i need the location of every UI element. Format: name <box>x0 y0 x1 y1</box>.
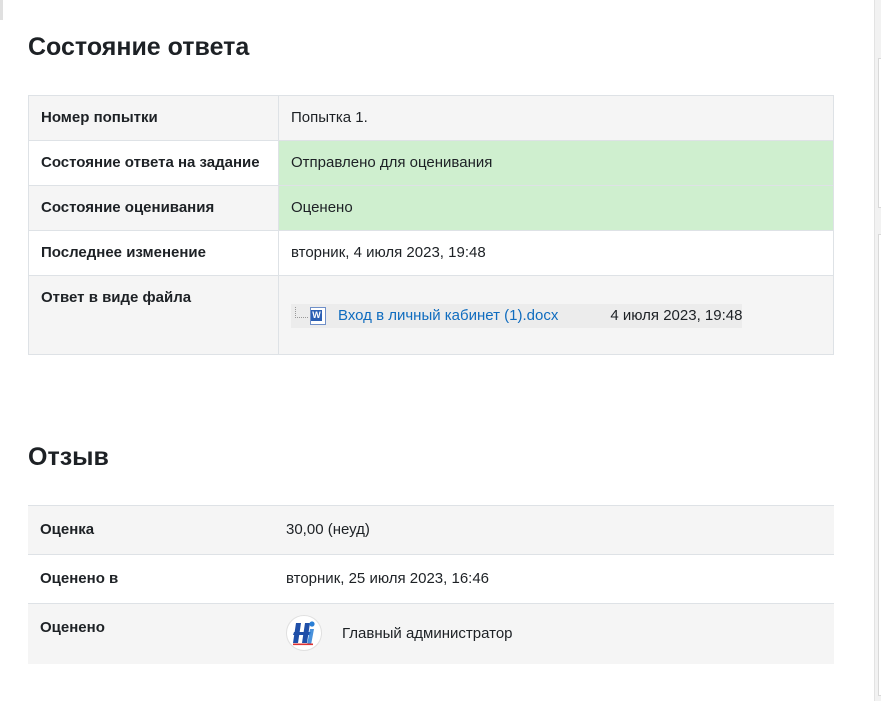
submission-status-label: Состояние ответа на задание <box>28 140 279 186</box>
submission-status-table: Номер попытки Попытка 1. Состояние ответ… <box>28 95 834 355</box>
attempt-number-label: Номер попытки <box>28 95 279 141</box>
left-edge-tab <box>0 0 3 20</box>
last-modified-label: Последнее изменение <box>28 230 279 276</box>
graded-by-label: Оценено <box>28 603 274 664</box>
graded-on-label: Оценено в <box>28 554 274 604</box>
word-document-icon: W <box>310 307 326 325</box>
grading-status-label: Состояние оценивания <box>28 185 279 231</box>
grade-label: Оценка <box>28 505 274 555</box>
grading-status-value: Оценено <box>278 185 834 231</box>
graded-on-value: вторник, 25 июля 2023, 16:46 <box>274 554 834 604</box>
table-row: Оценено Главный администратор <box>28 603 834 664</box>
file-date: 4 июля 2023, 19:48 <box>610 307 743 324</box>
last-modified-value: вторник, 4 июля 2023, 19:48 <box>278 230 834 276</box>
user-avatar-icon[interactable] <box>286 615 322 651</box>
grader-info: Главный администратор <box>286 615 822 651</box>
feedback-heading: Отзыв <box>28 443 109 471</box>
grade-value: 30,00 (неуд) <box>274 505 834 555</box>
table-row: Номер попытки Попытка 1. <box>28 95 834 141</box>
table-row: Состояние оценивания Оценено <box>28 185 834 231</box>
table-row: Состояние ответа на задание Отправлено д… <box>28 140 834 186</box>
table-row: Оценено в вторник, 25 июля 2023, 16:46 <box>28 554 834 604</box>
file-entry: W Вход в личный кабинет (1).docx 4 июля … <box>291 304 743 328</box>
file-submission-cell: W Вход в личный кабинет (1).docx 4 июля … <box>278 275 834 355</box>
file-link[interactable]: Вход в личный кабинет (1).docx <box>338 305 558 327</box>
submission-status-value: Отправлено для оценивания <box>278 140 834 186</box>
feedback-table: Оценка 30,00 (неуд) Оценено в вторник, 2… <box>28 505 834 664</box>
right-drawer-edge <box>874 0 881 701</box>
file-submission-label: Ответ в виде файла <box>28 275 279 355</box>
attempt-number-value: Попытка 1. <box>278 95 834 141</box>
graded-by-cell: Главный администратор <box>274 603 834 664</box>
tree-connector <box>295 306 308 318</box>
table-row: Оценка 30,00 (неуд) <box>28 505 834 555</box>
grader-name: Главный администратор <box>342 625 513 642</box>
table-row: Последнее изменение вторник, 4 июля 2023… <box>28 230 834 276</box>
avatar-logo-icon <box>293 621 315 646</box>
submission-status-heading: Состояние ответа <box>28 33 250 61</box>
table-row: Ответ в виде файла W Вход в личный кабин… <box>28 275 834 355</box>
